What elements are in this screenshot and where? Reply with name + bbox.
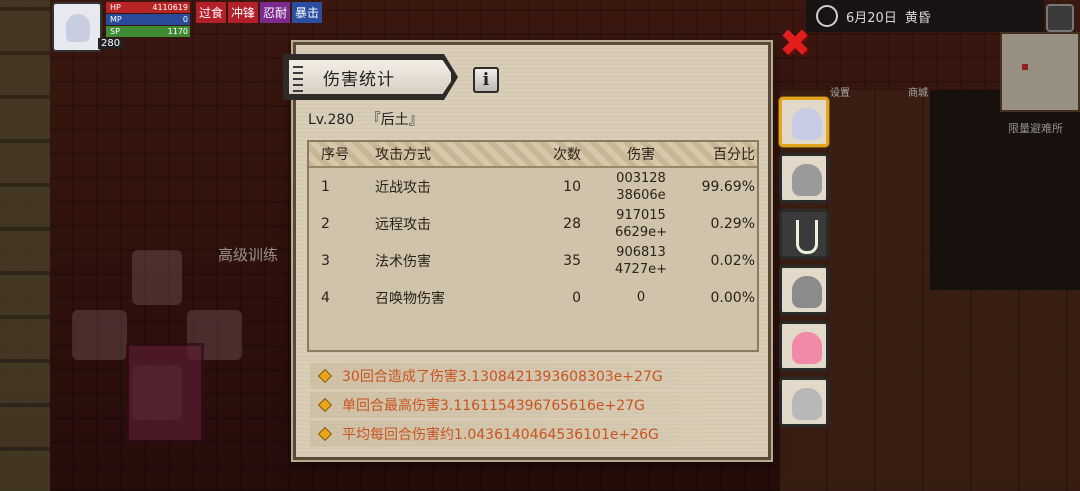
hp-bar: HP 4110619 [106,2,190,13]
mp-label: MP [110,15,122,24]
sp-value: 1170 [167,27,188,36]
row-damage: 906813 4727e+ [601,244,681,278]
character-portrait [792,332,822,364]
character-tab-4[interactable] [779,265,829,315]
player-stats: HP 4110619 MP 0 SP 1170 [106,2,190,38]
table-row: 1 近战攻击 10 003128 38606e 99.69% [309,168,757,205]
row-damage-line1: 917015 [616,207,666,223]
summary-text: 30回合造成了伤害3.1308421393608303e+27G [342,369,663,385]
row-count: 28 [563,215,581,232]
row-type: 召唤物伤害 [375,290,445,307]
row-count: 10 [563,178,581,195]
info-icon[interactable]: i [473,67,499,93]
character-tabs [779,97,831,433]
boss-level: Lv.280 [308,112,355,128]
summary-average-damage: 平均每回合伤害约1.0436140464536101e+26G [310,421,765,447]
row-damage: 003128 38606e [601,170,681,204]
boss-level-line: Lv.280 『后土』 [308,109,423,129]
row-index: 1 [321,178,330,195]
player-avatar[interactable] [52,2,102,52]
character-portrait [792,276,822,308]
row-type: 法术伤害 [375,253,431,270]
table-row: 2 远程攻击 28 917015 6629e+ 0.29% [309,205,757,242]
row-percent: 0.02% [710,252,755,269]
row-damage-line1: 0 [636,290,646,305]
boss-title: 『后土』 [366,112,423,128]
character-tab-3[interactable] [779,209,829,259]
row-damage-line1: 906813 [616,244,666,260]
title-tab: 伤害统计 [286,57,454,97]
row-percent: 0.29% [710,215,755,232]
diamond-icon [317,368,333,384]
character-portrait [792,388,822,420]
row-damage-line2: 38606e [616,187,666,203]
row-count: 35 [563,252,581,269]
character-tab-6[interactable] [779,377,829,427]
character-tab-1[interactable] [779,97,829,147]
row-damage: 917015 6629e+ [601,207,681,241]
summary-max-damage: 单回合最高伤害3.1161154396765616e+27G [310,392,765,418]
row-type: 远程攻击 [375,216,431,233]
header-count: 次数 [553,147,581,163]
row-damage: 0 [601,289,681,306]
damage-table: 序号 攻击方式 次数 伤害 百分比 1 近战攻击 10 003128 38606… [307,140,759,352]
time-of-day: 黄昏 [904,10,931,26]
close-icon[interactable]: ✖ [778,24,812,62]
row-type: 近战攻击 [375,179,431,196]
time-bar: 6月20日 黄昏 [806,0,1044,32]
mp-value: 0 [182,15,188,24]
status-tag: 冲锋 [228,2,259,23]
character-portrait [792,108,822,140]
row-count: 0 [572,289,581,306]
menu-corner-button[interactable] [1046,4,1074,32]
status-tag: 暴击 [292,2,323,23]
row-index: 2 [321,215,330,232]
table-header: 序号 攻击方式 次数 伤害 百分比 [309,142,757,168]
row-damage-line1: 003128 [616,170,666,186]
row-index: 4 [321,289,330,306]
character-portrait [792,164,822,196]
mp-bar: MP 0 [106,14,190,25]
header-index: 序号 [321,147,349,163]
hp-label: HP [110,3,121,12]
summary-text: 单回合最高伤害3.1161154396765616e+27G [342,398,645,414]
header-percent: 百分比 [713,147,755,163]
row-index: 3 [321,252,330,269]
header-damage: 伤害 [627,147,655,163]
character-tab-2[interactable] [779,153,829,203]
summary-text: 平均每回合伤害约1.0436140464536101e+26G [342,427,659,443]
character-tab-5[interactable] [779,321,829,371]
status-tag: 过食 [196,2,227,23]
sun-icon [816,5,838,27]
row-damage-line2: 6629e+ [615,224,667,240]
status-tags: 过食 冲锋 忍耐 暴击 [196,2,323,23]
diamond-icon [317,397,333,413]
player-level: 280 [98,38,124,49]
status-tag: 忍耐 [260,2,291,23]
sp-label: SP [110,27,120,36]
row-percent: 0.00% [710,289,755,306]
hp-value: 4110619 [152,3,188,12]
header-attack-type: 攻击方式 [375,147,431,163]
table-row: 4 召唤物伤害 0 0 0.00% [309,279,757,316]
row-damage-line2: 4727e+ [615,261,667,277]
dialog-title: 伤害统计 [323,69,395,90]
damage-stats-dialog: 伤害统计 i Lv.280 『后土』 序号 攻击方式 次数 伤害 百分比 1 近… [283,42,771,460]
diamond-icon [317,426,333,442]
table-row: 3 法术伤害 35 906813 4727e+ 0.02% [309,242,757,279]
summary-total-damage: 30回合造成了伤害3.1308421393608303e+27G [310,363,765,389]
sp-bar: SP 1170 [106,26,190,37]
row-percent: 99.69% [701,178,755,195]
antler-icon [796,220,818,254]
notebook-spiral-icon [293,64,303,92]
date-text: 6月20日 [846,10,897,26]
